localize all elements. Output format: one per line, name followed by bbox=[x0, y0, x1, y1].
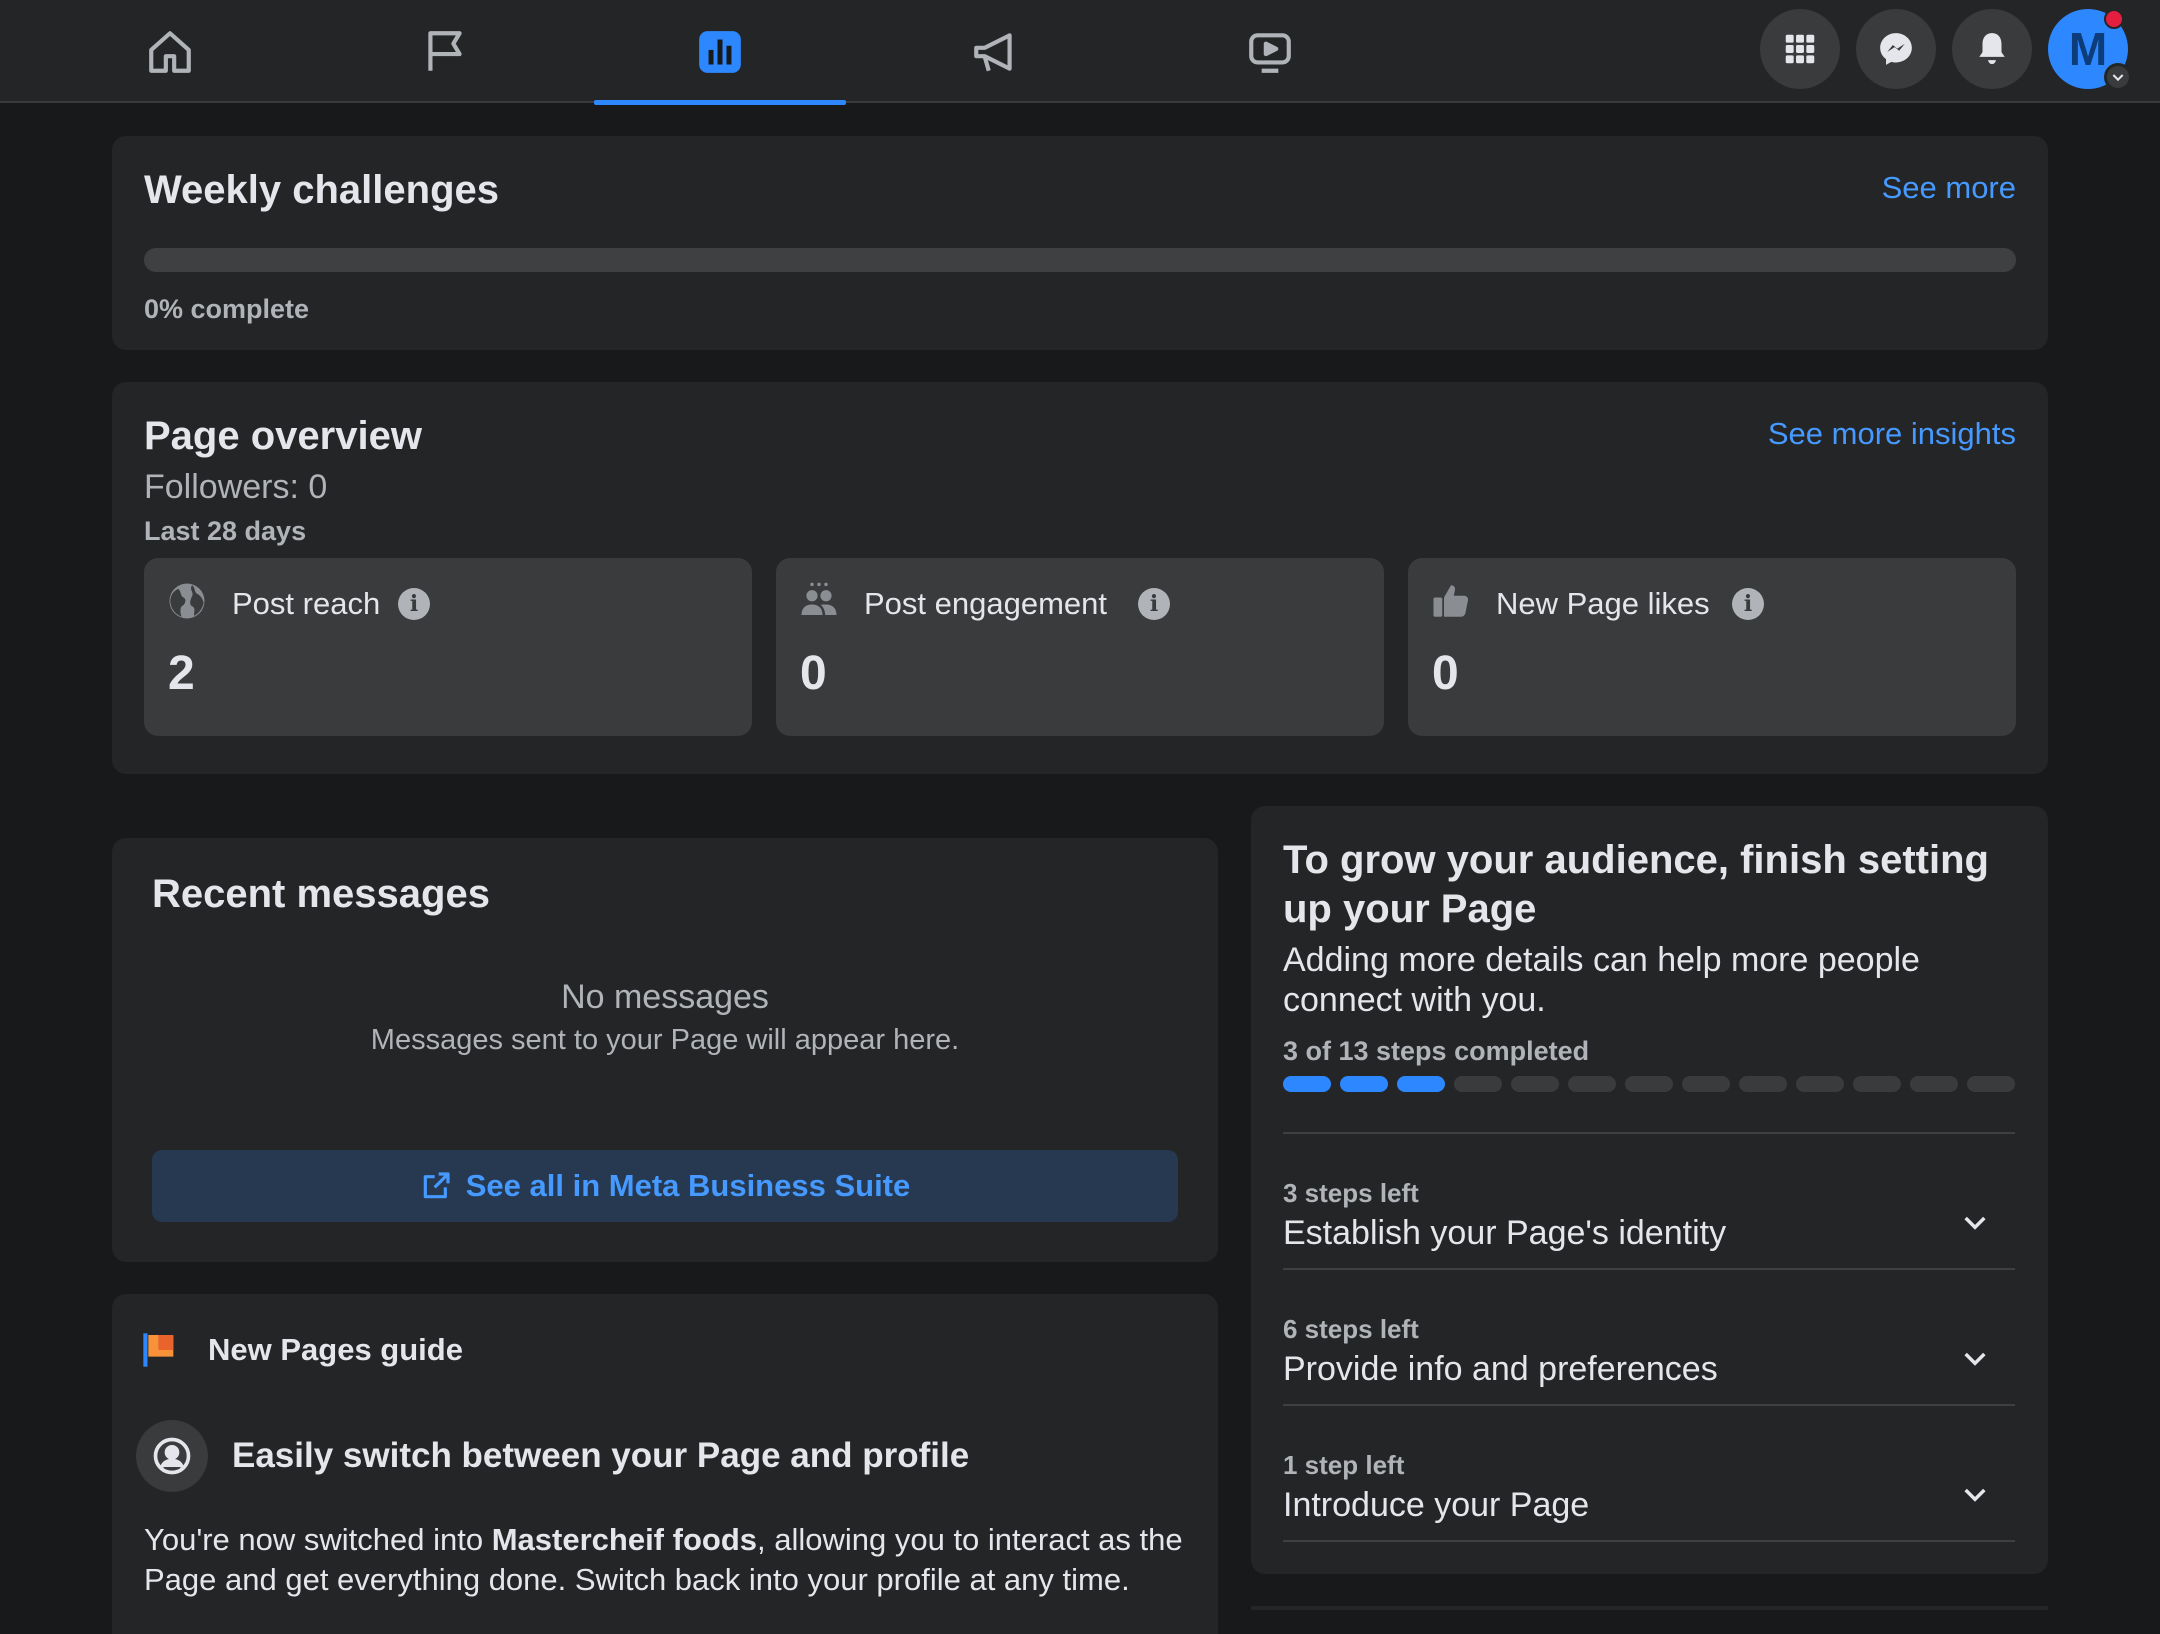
chevron-down-icon bbox=[1964, 1216, 1986, 1230]
card-title: Page overview bbox=[144, 414, 422, 458]
flag-icon bbox=[428, 30, 462, 71]
progress-segment bbox=[1283, 1076, 1331, 1092]
top-navigation-bar: M bbox=[0, 0, 2160, 105]
bell-icon bbox=[1979, 33, 2005, 65]
body-text: You're now switched into bbox=[144, 1522, 492, 1557]
section-name: Establish your Page's identity bbox=[1283, 1214, 1727, 1252]
info-icon[interactable]: i bbox=[1138, 588, 1170, 620]
card-title: Weekly challenges bbox=[144, 168, 499, 212]
switch-profile-icon-wrap bbox=[136, 1420, 208, 1492]
new-pages-guide-card: New Pages guide Easily switch between yo… bbox=[112, 1294, 1218, 1634]
progress-segment bbox=[1967, 1076, 2015, 1092]
setup-title: To grow your audience, finish setting up… bbox=[1283, 838, 1989, 931]
progress-text: 0% complete bbox=[144, 294, 310, 324]
progress-segment bbox=[1568, 1076, 1616, 1092]
progress-segment bbox=[1625, 1076, 1673, 1092]
period-label: Last 28 days bbox=[144, 516, 307, 546]
empty-title: No messages bbox=[561, 978, 769, 1016]
metric-label: New Page likes bbox=[1496, 586, 1710, 621]
notifications-button[interactable] bbox=[1952, 9, 2032, 89]
chevron-down-icon bbox=[2112, 74, 2124, 82]
megaphone-icon bbox=[974, 32, 1012, 71]
metric-label: Post engagement bbox=[864, 586, 1108, 621]
metric-new-page-likes[interactable]: New Page likes i 0 bbox=[1408, 558, 2016, 736]
progress-segment bbox=[1397, 1076, 1445, 1092]
tab-home[interactable] bbox=[44, 0, 296, 103]
info-icon[interactable]: i bbox=[398, 588, 430, 620]
page-name: Mastercheif foods bbox=[491, 1522, 757, 1557]
messenger-button[interactable] bbox=[1856, 9, 1936, 89]
see-all-business-suite-button[interactable]: See all in Meta Business Suite bbox=[152, 1150, 1178, 1222]
setup-section-introduce[interactable]: 1 step left Introduce your Page bbox=[1283, 1406, 2015, 1542]
menu-button[interactable] bbox=[1760, 9, 1840, 89]
weekly-challenges-card: Weekly challenges See more 0% complete bbox=[112, 136, 2048, 350]
menu-grid-icon bbox=[1785, 34, 1815, 64]
home-icon bbox=[149, 30, 191, 73]
steps-left: 1 step left bbox=[1283, 1450, 1405, 1480]
setup-subtitle: Adding more details can help more people… bbox=[1283, 941, 1920, 1019]
next-card-edge bbox=[1251, 1606, 2048, 1610]
metric-value: 0 bbox=[800, 647, 827, 700]
page-overview-card: Page overview See more insights Follower… bbox=[112, 382, 2048, 774]
video-icon bbox=[1249, 32, 1291, 73]
metric-label: Post reach bbox=[232, 586, 381, 621]
bar-chart-icon bbox=[699, 30, 741, 73]
tab-insights[interactable] bbox=[594, 0, 846, 105]
globe-icon bbox=[169, 583, 205, 619]
metric-post-engagement[interactable]: Post engagement i 0 bbox=[776, 558, 1384, 736]
setup-progress-segments bbox=[1283, 1076, 2015, 1092]
notification-dot bbox=[2104, 9, 2124, 29]
account-menu-button[interactable] bbox=[2104, 63, 2132, 91]
chevron-down-icon bbox=[1964, 1352, 1986, 1366]
switch-profile-icon bbox=[153, 1437, 191, 1475]
setup-section-identity[interactable]: 3 steps left Establish your Page's ident… bbox=[1283, 1134, 2015, 1270]
progress-segment bbox=[1739, 1076, 1787, 1092]
info-icon[interactable]: i bbox=[1732, 588, 1764, 620]
followers-count: Followers: 0 bbox=[144, 468, 328, 506]
tab-ads[interactable] bbox=[869, 0, 1121, 103]
avatar-letter: M bbox=[2068, 23, 2108, 75]
thumbs-up-icon bbox=[1433, 585, 1469, 617]
guide-item-title: Easily switch between your Page and prof… bbox=[232, 1436, 970, 1475]
progress-segment bbox=[1511, 1076, 1559, 1092]
see-more-insights-link[interactable]: See more insights bbox=[1768, 416, 2016, 452]
weekly-progress-bar bbox=[144, 248, 2016, 272]
section-name: Provide info and preferences bbox=[1283, 1350, 1718, 1388]
progress-segment bbox=[1340, 1076, 1388, 1092]
button-label: See all in Meta Business Suite bbox=[465, 1168, 911, 1203]
people-icon bbox=[801, 582, 837, 615]
guide-body: You're now switched into Mastercheif foo… bbox=[144, 1520, 1204, 1600]
setup-section-info[interactable]: 6 steps left Provide info and preference… bbox=[1283, 1270, 2015, 1406]
setup-progress-text: 3 of 13 steps completed bbox=[1283, 1036, 1590, 1066]
empty-subtitle: Messages sent to your Page will appear h… bbox=[370, 1024, 960, 1056]
messenger-icon bbox=[1880, 33, 1912, 65]
orange-flag-icon bbox=[143, 1333, 174, 1367]
progress-segment bbox=[1454, 1076, 1502, 1092]
tab-watch[interactable] bbox=[1144, 0, 1396, 103]
section-name: Introduce your Page bbox=[1283, 1486, 1590, 1524]
progress-segment bbox=[1796, 1076, 1844, 1092]
steps-left: 3 steps left bbox=[1283, 1178, 1419, 1208]
tab-pages[interactable] bbox=[319, 0, 571, 103]
metric-value: 0 bbox=[1432, 647, 1459, 700]
chevron-down-icon bbox=[1964, 1488, 1986, 1502]
external-link-icon bbox=[423, 1172, 450, 1199]
card-title: Recent messages bbox=[152, 872, 490, 916]
metric-post-reach[interactable]: Post reach i 2 bbox=[144, 558, 752, 736]
progress-segment bbox=[1910, 1076, 1958, 1092]
progress-segment bbox=[1682, 1076, 1730, 1092]
recent-messages-card: Recent messages No messages Messages sen… bbox=[112, 838, 1218, 1262]
metric-value: 2 bbox=[168, 647, 195, 700]
finish-setup-card: To grow your audience, finish setting up… bbox=[1251, 806, 2048, 1574]
steps-left: 6 steps left bbox=[1283, 1314, 1419, 1344]
guide-title: New Pages guide bbox=[208, 1332, 463, 1367]
see-more-link[interactable]: See more bbox=[1882, 170, 2016, 206]
progress-segment bbox=[1853, 1076, 1901, 1092]
